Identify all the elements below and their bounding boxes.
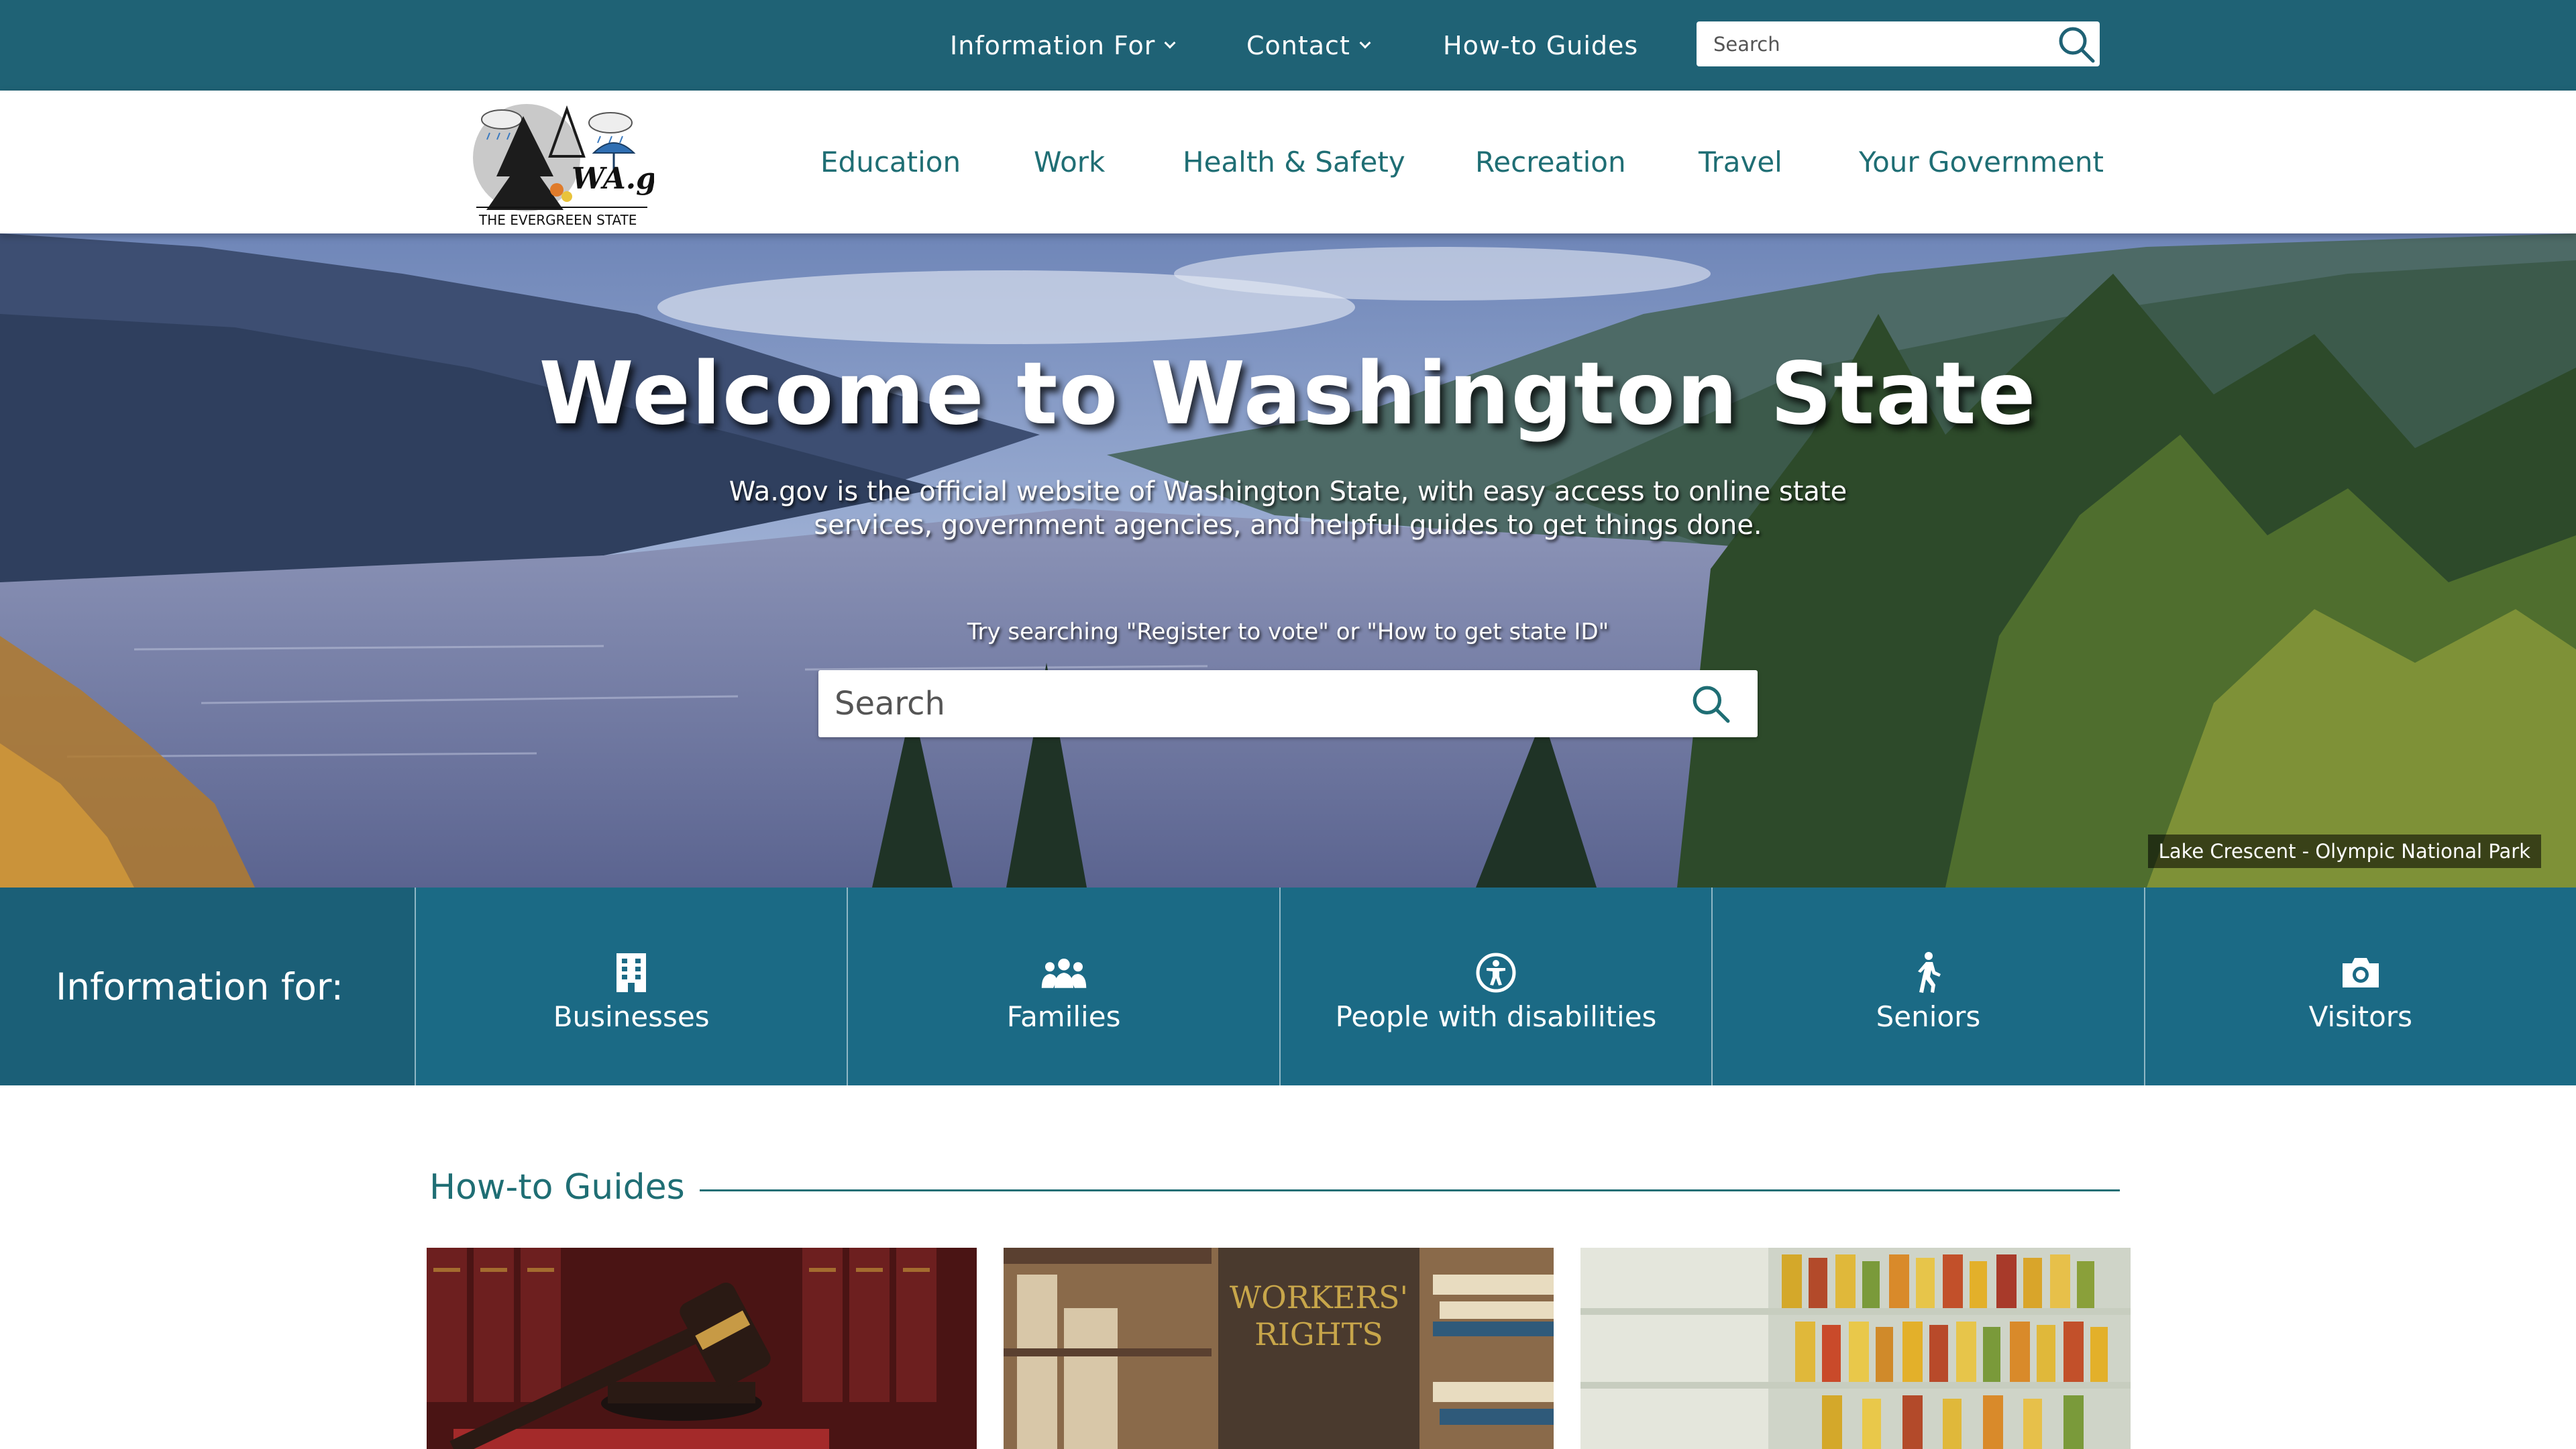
- guide-card-gavel[interactable]: [427, 1248, 977, 1449]
- hero-subtitle: Wa.gov is the official website of Washin…: [729, 476, 1847, 541]
- topnav-information-for-label: Information For: [950, 30, 1156, 60]
- nav-education[interactable]: Education: [820, 91, 961, 233]
- info-tile-label: Businesses: [553, 1000, 710, 1033]
- info-tile-label: People with disabilities: [1335, 1000, 1657, 1033]
- building-icon: [608, 949, 655, 996]
- photo-credit: Lake Crescent - Olympic National Park: [2147, 835, 2541, 868]
- top-search-input[interactable]: [1697, 21, 2053, 66]
- hero-search-box: [818, 670, 1758, 737]
- top-search-box: [1697, 21, 2100, 66]
- nav-health-safety[interactable]: Health & Safety: [1183, 91, 1405, 233]
- info-tile-label: Visitors: [2308, 1000, 2412, 1033]
- nav-recreation[interactable]: Recreation: [1475, 91, 1626, 233]
- info-tile-businesses[interactable]: Businesses: [415, 888, 847, 1085]
- main-navigation: WA.gov THE EVERGREEN STATE Education Wor…: [0, 91, 2576, 233]
- chevron-down-icon: [1359, 37, 1371, 48]
- utility-bar: Information For Contact How-to Guides: [0, 0, 2576, 91]
- book-title-line1: WORKERS': [1230, 1279, 1408, 1316]
- topnav-contact[interactable]: Contact: [1246, 0, 1371, 91]
- grocery-shelves-image: [1580, 1248, 2131, 1449]
- info-tile-visitors[interactable]: Visitors: [2143, 888, 2576, 1085]
- nav-work[interactable]: Work: [1034, 91, 1105, 233]
- wa-gov-logo[interactable]: WA.gov THE EVERGREEN STATE: [470, 96, 694, 230]
- guide-card-grocery[interactable]: [1580, 1248, 2131, 1449]
- workers-rights-book-image: WORKERS' RIGHTS: [1004, 1248, 1554, 1449]
- info-tile-label: Seniors: [1876, 1000, 1981, 1033]
- topnav-contact-label: Contact: [1246, 30, 1350, 60]
- search-icon: [2059, 27, 2095, 62]
- logo-wordmark: WA.gov: [572, 162, 654, 196]
- hero-search-button[interactable]: [1664, 670, 1758, 737]
- hero-background-image: [0, 233, 2576, 888]
- chevron-down-icon: [1164, 37, 1176, 48]
- book-title-line2: RIGHTS: [1254, 1316, 1383, 1352]
- nav-your-government[interactable]: Your Government: [1859, 91, 2104, 233]
- hero-search-hint: Try searching "Register to vote" or "How…: [967, 619, 1609, 645]
- how-to-guides-title: How-to Guides: [429, 1167, 685, 1208]
- top-search-button[interactable]: [2053, 21, 2100, 66]
- info-tile-families[interactable]: Families: [847, 888, 1279, 1085]
- family-icon: [1040, 949, 1087, 996]
- nav-travel[interactable]: Travel: [1699, 91, 1782, 233]
- camera-icon: [2337, 949, 2384, 996]
- topnav-how-to-guides[interactable]: How-to Guides: [1443, 0, 1638, 91]
- topnav-how-to-guides-label: How-to Guides: [1443, 30, 1639, 60]
- info-tile-people-with-disabilities[interactable]: People with disabilities: [1279, 888, 1711, 1085]
- information-for-tiles: Businesses Families People with disabili…: [415, 888, 2576, 1085]
- information-for-band: Information for: Businesses Families Peo…: [0, 888, 2576, 1085]
- how-to-guides-header: How-to Guides: [429, 1164, 2120, 1211]
- hero-title: Welcome to Washington State: [539, 344, 2037, 444]
- accessibility-icon: [1472, 949, 1519, 996]
- logo-tagline: THE EVERGREEN STATE: [478, 212, 637, 228]
- guide-card-workers-rights[interactable]: WORKERS' RIGHTS: [1004, 1248, 1554, 1449]
- hero-banner: Welcome to Washington State Wa.gov is th…: [0, 233, 2576, 888]
- section-divider: [699, 1189, 2120, 1191]
- info-tile-seniors[interactable]: Seniors: [1711, 888, 2143, 1085]
- information-for-label: Information for:: [0, 888, 415, 1085]
- logo-graphic: WA.gov THE EVERGREEN STATE: [473, 104, 694, 228]
- search-icon: [1693, 686, 1730, 723]
- hero-search-input[interactable]: [818, 670, 1664, 737]
- info-tile-label: Families: [1006, 1000, 1121, 1033]
- gavel-image: [427, 1248, 977, 1449]
- topnav-information-for[interactable]: Information For: [950, 0, 1176, 91]
- walking-person-icon: [1904, 949, 1951, 996]
